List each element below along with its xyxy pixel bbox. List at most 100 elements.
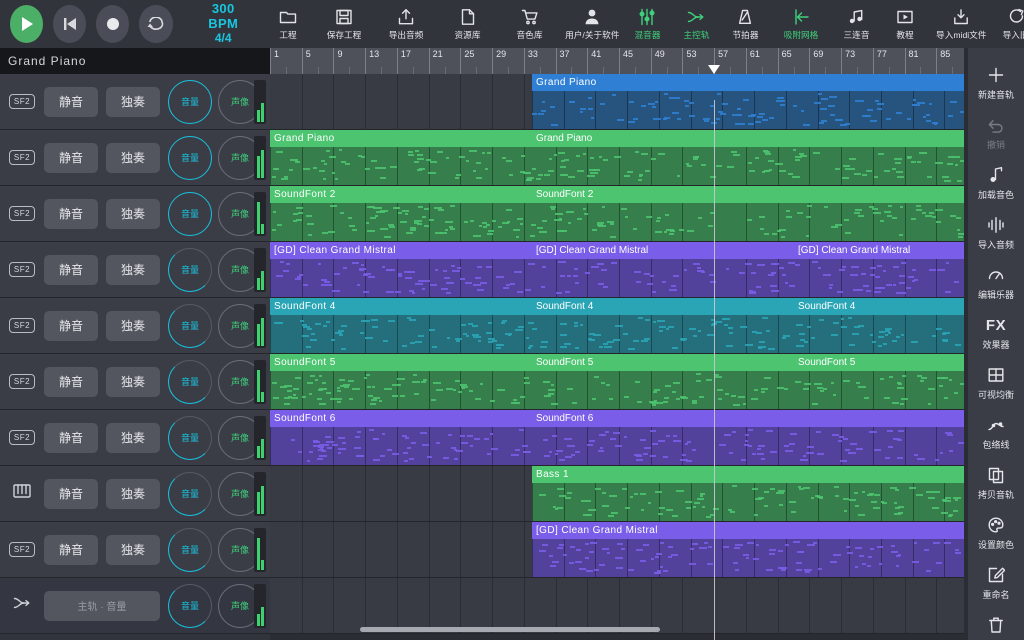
ruler-tick[interactable]: 33	[523, 48, 538, 74]
clip-header[interactable]: SoundFont 5	[270, 354, 968, 371]
ruler-tick[interactable]: 29	[492, 48, 506, 74]
track-header-row[interactable]: SF2 静音 独奏 音量 声像	[0, 522, 270, 578]
ruler-tick[interactable]: 53	[682, 48, 696, 74]
sidebar-item-waveform[interactable]: 导入音频	[968, 208, 1024, 258]
ruler-tick[interactable]: 5	[301, 48, 311, 74]
toolbar-item-import-midi[interactable]: 导入midi文件	[930, 0, 992, 48]
volume-knob[interactable]: 音量	[168, 583, 212, 628]
ruler-tick[interactable]: 9	[333, 48, 342, 74]
playhead-handle[interactable]	[708, 65, 721, 74]
toolbar-item-cart[interactable]: 音色库	[499, 0, 561, 48]
sidebar-item-envelope[interactable]: 包络线	[968, 408, 1024, 458]
clip-header[interactable]: SoundFont 6	[270, 410, 968, 427]
track-lane[interactable]: [GD] Clean Grand Mistral	[270, 522, 968, 578]
horizontal-scrollbar[interactable]	[0, 623, 1024, 637]
ruler-tick[interactable]: 13	[365, 48, 379, 74]
sidebar-item-equalizer[interactable]: 可视均衡	[968, 358, 1024, 408]
track-lane[interactable]: SoundFont 6 SoundFont 6	[270, 410, 968, 466]
ruler-tick[interactable]: 61	[745, 48, 760, 74]
sidebar-item-fx[interactable]: FX 效果器	[968, 308, 1024, 358]
sidebar-item-palette[interactable]: 设置颜色	[968, 508, 1024, 558]
clip-header[interactable]: [GD] Clean Grand Mistral	[532, 522, 968, 539]
volume-knob[interactable]: 音量	[168, 359, 212, 404]
audio-clip[interactable]: Grand Piano	[532, 74, 968, 129]
track-header-row[interactable]: SF2 静音 独奏 音量 声像	[0, 354, 270, 410]
clip-header[interactable]: Grand Piano	[270, 130, 968, 147]
audio-clip[interactable]: Grand Piano Grand Piano	[270, 130, 968, 185]
clip-header[interactable]: SoundFont 2	[270, 186, 968, 203]
solo-button[interactable]: 独奏	[106, 254, 160, 285]
solo-button[interactable]: 独奏	[106, 198, 160, 229]
track-header-row[interactable]: SF2 静音 独奏 音量 声像	[0, 130, 270, 186]
solo-button[interactable]: 独奏	[106, 142, 160, 173]
toolbar-item-folder[interactable]: 工程	[264, 0, 313, 48]
ruler-tick[interactable]: 45	[619, 48, 633, 74]
tempo-display[interactable]: 300 BPM 4/4	[199, 1, 248, 46]
track-header-row[interactable]: SF2 静音 独奏 音量 声像	[0, 410, 270, 466]
track-lane[interactable]: Grand Piano Grand Piano	[270, 130, 968, 186]
mute-button[interactable]: 静音	[44, 534, 98, 565]
track-header-row[interactable]: SF2 静音 独奏 音量 声像	[0, 74, 270, 130]
track-lane[interactable]: SoundFont 2 SoundFont 2	[270, 186, 968, 242]
ruler-tick[interactable]: 21	[428, 48, 443, 74]
volume-knob[interactable]: 音量	[168, 471, 212, 516]
sidebar-item-note[interactable]: 加载音色	[968, 158, 1024, 208]
mute-button[interactable]: 静音	[44, 478, 98, 509]
mute-button[interactable]: 静音	[44, 86, 98, 117]
clip-header[interactable]: Grand Piano	[532, 74, 968, 91]
toolbar-item-save[interactable]: 保存工程	[313, 0, 375, 48]
volume-knob[interactable]: 音量	[168, 191, 212, 236]
ruler-tick[interactable]: 77	[872, 48, 887, 74]
ruler-tick[interactable]: 41	[587, 48, 601, 74]
audio-clip[interactable]: SoundFont 5 SoundFont 5 SoundFont 5	[270, 354, 968, 409]
toolbar-item-import-old[interactable]: 导入旧.	[992, 0, 1024, 48]
sidebar-item-instrument[interactable]: 编辑乐器	[968, 258, 1024, 308]
sidebar-item-plus[interactable]: 新建音轨	[968, 58, 1024, 108]
ruler-tick[interactable]: 69	[809, 48, 823, 74]
record-button[interactable]	[96, 4, 130, 43]
audio-clip[interactable]: Bass 1	[532, 466, 968, 521]
audio-clip[interactable]: [GD] Clean Grand Mistral	[532, 522, 968, 577]
track-header-row[interactable]: SF2 静音 独奏 音量 声像	[0, 242, 270, 298]
audio-clip[interactable]: [GD] Clean Grand Mistral [GD] Clean Grand…	[270, 242, 968, 297]
clip-header[interactable]: SoundFont 4	[270, 298, 968, 315]
volume-knob[interactable]: 音量	[168, 303, 212, 348]
mute-button[interactable]: 静音	[44, 254, 98, 285]
track-lanes[interactable]: Grand Piano Grand Piano Grand Piano SoundFo…	[270, 74, 968, 640]
rewind-button[interactable]	[53, 4, 87, 43]
ruler-tick[interactable]: 85	[936, 48, 950, 74]
track-lane[interactable]: [GD] Clean Grand Mistral [GD] Clean Grand…	[270, 242, 968, 298]
track-lane[interactable]: SoundFont 5 SoundFont 5 SoundFont 5	[270, 354, 968, 410]
toolbar-item-tutorial[interactable]: 教程	[881, 0, 930, 48]
track-lane[interactable]: SoundFont 4 SoundFont 4 SoundFont 4	[270, 298, 968, 354]
toolbar-item-library[interactable]: 资源库	[437, 0, 499, 48]
arrangement-area[interactable]: 1 5 9 13 17 21 25 29 33 37 41 45 49 53 57 61 65 69 73 77 81 8…	[270, 48, 968, 640]
toolbar-item-export[interactable]: 导出音频	[375, 0, 437, 48]
master-volume-field[interactable]: 主轨 · 音量	[44, 590, 160, 621]
ruler-tick[interactable]: 73	[841, 48, 855, 74]
clip-header[interactable]: Bass 1	[532, 466, 968, 483]
sidebar-item-rename[interactable]: 重命名	[968, 558, 1024, 608]
audio-clip[interactable]: SoundFont 2 SoundFont 2	[270, 186, 968, 241]
project-name[interactable]: Grand Piano	[0, 48, 270, 74]
timeline-ruler[interactable]: 1 5 9 13 17 21 25 29 33 37 41 45 49 53 57 61 65 69 73 77 81 8…	[270, 48, 968, 74]
mute-button[interactable]: 静音	[44, 366, 98, 397]
ruler-tick[interactable]: 49	[650, 48, 665, 74]
ruler-tick[interactable]: 25	[460, 48, 474, 74]
track-lane[interactable]: Bass 1	[270, 466, 968, 522]
toolbar-item-metronome[interactable]: 节拍器	[721, 0, 770, 48]
track-header-row[interactable]: SF2 静音 独奏 音量 声像	[0, 298, 270, 354]
ruler-tick[interactable]: 17	[396, 48, 411, 74]
mute-button[interactable]: 静音	[44, 310, 98, 341]
solo-button[interactable]: 独奏	[106, 366, 160, 397]
solo-button[interactable]: 独奏	[106, 310, 160, 341]
track-header-row[interactable]: SF2 静音 独奏 音量 声像	[0, 186, 270, 242]
toolbar-item-snap-grid[interactable]: 吸附网格	[770, 0, 832, 48]
sidebar-item-undo[interactable]: 撤销	[968, 108, 1024, 158]
toolbar-item-master-track[interactable]: 主控轨	[672, 0, 721, 48]
play-button[interactable]	[10, 4, 44, 43]
track-header-row[interactable]: 静音 独奏 音量 声像	[0, 466, 270, 522]
ruler-tick[interactable]: 37	[555, 48, 570, 74]
audio-clip[interactable]: SoundFont 4 SoundFont 4 SoundFont 4	[270, 298, 968, 353]
mute-button[interactable]: 静音	[44, 142, 98, 173]
